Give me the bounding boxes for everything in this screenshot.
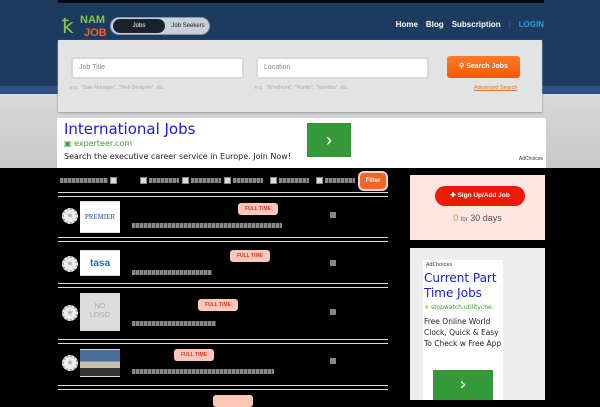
job-date: [330, 212, 382, 218]
side-ad-url[interactable]: ✷ stopwatch.utilityche.: [424, 304, 494, 311]
calendar-icon: [330, 212, 336, 218]
job-type-badge: FULL TIME: [230, 250, 270, 262]
job-type-badge: FULL TIME: [238, 203, 278, 215]
job-title-link[interactable]: [132, 369, 274, 374]
sun-icon: ✷: [424, 304, 431, 311]
job-row[interactable]: ★ FULL TIME: [58, 347, 388, 387]
favorite-star-icon[interactable]: ★: [62, 355, 78, 371]
job-title-link[interactable]: [132, 270, 212, 275]
filter-checkbox[interactable]: [224, 177, 231, 184]
divider: [58, 192, 388, 197]
advanced-search-link[interactable]: Advanced Search: [474, 85, 517, 91]
job-row[interactable]: ★ tasa FULL TIME: [58, 246, 388, 286]
filter-checkbox[interactable]: [140, 177, 147, 184]
company-logo[interactable]: PREMIER: [80, 201, 120, 233]
divider: [58, 385, 388, 390]
nav-login[interactable]: LOGIN: [519, 20, 544, 29]
period-label: 30 days: [470, 213, 502, 223]
signup-button[interactable]: ✚ Sign Up/Add Job: [435, 186, 525, 206]
runner-icon: ꝁ: [62, 16, 74, 38]
main-nav: Home Blog Subscription | LOGIN: [396, 20, 544, 29]
calendar-icon: [330, 260, 336, 266]
side-ad-description: Free Online World Clock, Quick & Easy To…: [424, 317, 502, 348]
signup-label: Sign Up/Add Job: [457, 192, 510, 199]
price-count: 0: [453, 213, 459, 223]
side-ad-title[interactable]: Current Part Time Jobs: [424, 271, 504, 301]
calendar-icon: [330, 309, 336, 315]
mode-toggle[interactable]: Jobs Job Seekers: [110, 17, 210, 35]
adchoices-label[interactable]: AdChoices: [426, 262, 452, 268]
location-input[interactable]: Location: [256, 57, 429, 79]
side-ad-url-text: stopwatch.utilityche.: [430, 304, 494, 311]
ad-url-text: experteer.com: [74, 139, 133, 148]
nav-home[interactable]: Home: [396, 20, 418, 29]
filter-button[interactable]: Filter: [360, 173, 386, 189]
ad-url[interactable]: ▣ experteer.com: [64, 139, 132, 148]
nav-divider: |: [508, 20, 511, 29]
filter-checkbox[interactable]: [316, 177, 323, 184]
top-bar: [58, 0, 544, 3]
divider: [58, 283, 388, 288]
filter-checkbox[interactable]: [182, 177, 189, 184]
job-date: [330, 309, 382, 315]
search-button-label: Search Jobs: [466, 63, 508, 70]
signup-box: ✚ Sign Up/Add Job 0 for 30 days: [410, 175, 545, 240]
job-date: [330, 260, 382, 266]
company-logo[interactable]: tasa: [80, 250, 120, 276]
job-title-hint: e.g.: "Sale Manager", "Web Designer", et…: [70, 85, 165, 91]
nav-blog[interactable]: Blog: [426, 20, 444, 29]
job-type-badge: FULL TIME: [198, 299, 238, 311]
job-row[interactable]: ★ NO LOGO FULL TIME: [58, 293, 388, 333]
job-title-input[interactable]: Job Title: [71, 57, 244, 79]
company-logo[interactable]: [80, 349, 120, 377]
filter-clear-checkbox[interactable]: [110, 177, 117, 184]
ad-arrow-button[interactable]: ›: [307, 123, 351, 157]
side-ad[interactable]: AdChoices Current Part Time Jobs ✷ stopw…: [410, 248, 545, 400]
divider: [58, 237, 388, 242]
side-ad-arrow-button[interactable]: ›: [433, 370, 493, 400]
calendar-icon: [330, 358, 336, 364]
filter-bar: Filter: [58, 172, 388, 190]
toggle-job-seekers[interactable]: Job Seekers: [167, 19, 209, 33]
job-type-badge: FULL TIME: [174, 349, 214, 361]
nav-subscription[interactable]: Subscription: [452, 20, 501, 29]
logo-text-bottom: JOB: [84, 27, 107, 39]
ad-banner[interactable]: International Jobs ▣ experteer.com Searc…: [57, 118, 546, 168]
search-panel: Job Title e.g.: "Sale Manager", "Web Des…: [58, 40, 542, 112]
filter-label: [60, 178, 108, 183]
ad-title[interactable]: International Jobs: [64, 120, 195, 138]
job-type-badge: [213, 395, 253, 407]
divider: [58, 339, 388, 344]
adchoices-label[interactable]: AdChoices: [519, 156, 543, 162]
favorite-star-icon[interactable]: ★: [62, 208, 78, 224]
favorite-star-icon[interactable]: ★: [62, 305, 78, 321]
for-label: for: [460, 217, 468, 223]
job-date: [330, 358, 382, 364]
ad-description: Search the executive career service in E…: [64, 152, 291, 161]
site-logo[interactable]: ꝁ NAM JOB: [60, 12, 110, 42]
job-title-link[interactable]: [132, 321, 216, 326]
job-row[interactable]: ★ PREMIER FULL TIME: [58, 198, 388, 238]
job-title-link[interactable]: [132, 223, 282, 228]
location-hint: e.g.: "Windhoek", "Rundu", "Namibia", et…: [255, 85, 349, 91]
company-logo[interactable]: NO LOGO: [80, 293, 120, 331]
pricing-text: 0 for 30 days: [410, 213, 545, 223]
search-jobs-button[interactable]: ⚲ Search Jobs: [447, 56, 520, 78]
logo-text-top: NAM: [80, 14, 106, 26]
favorite-star-icon[interactable]: ★: [62, 256, 78, 272]
toggle-jobs[interactable]: Jobs: [113, 19, 165, 33]
filter-checkbox[interactable]: [270, 177, 277, 184]
